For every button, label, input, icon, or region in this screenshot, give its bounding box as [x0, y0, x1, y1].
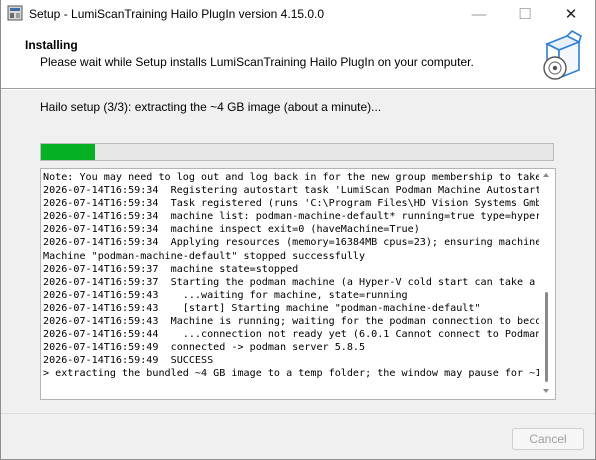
footer-divider: [1, 413, 595, 414]
install-log[interactable]: Note: You may need to log out and log ba…: [40, 168, 556, 400]
installer-box-disc-icon: [543, 30, 582, 80]
header-divider-highlight: [1, 89, 595, 90]
title-bar[interactable]: Setup - LumiScanTraining Hailo PlugIn ve…: [1, 0, 595, 28]
status-text: Hailo setup (3/3): extracting the ~4 GB …: [40, 100, 382, 114]
log-line: 2026-07-14T16:59:37 Starting the podman …: [43, 276, 536, 288]
log-line: Note: You may need to log out and log ba…: [43, 172, 539, 183]
log-line: 2026-07-14T16:59:34 Applying resources (…: [43, 237, 539, 249]
page-title: Installing: [25, 38, 78, 52]
log-line: 2026-07-14T16:59:43 Machine is running; …: [43, 316, 539, 328]
log-line: 2026-07-14T16:59:37 machine state=stoppe…: [43, 263, 299, 275]
wizard-header: Installing Please wait while Setup insta…: [1, 28, 595, 88]
log-line: 2026-07-14T16:59:34 Registering autostar…: [43, 185, 539, 197]
progress-bar: [40, 143, 554, 161]
log-line: > extracting the bundled ~4 GB image to …: [43, 368, 539, 380]
cancel-button[interactable]: Cancel: [512, 428, 584, 450]
installer-window: Setup - LumiScanTraining Hailo PlugIn ve…: [0, 0, 596, 460]
minimize-icon: —: [471, 5, 487, 23]
log-line: 2026-07-14T16:59:49 SUCCESS: [43, 355, 214, 367]
window-title: Setup - LumiScanTraining Hailo PlugIn ve…: [29, 7, 325, 21]
log-line: 2026-07-14T16:59:43 ...waiting for machi…: [43, 289, 408, 301]
log-line: Machine "podman-machine-default" stopped…: [43, 250, 366, 262]
log-lines: Note: You may need to log out and log ba…: [43, 171, 539, 397]
scroll-up-arrow-icon[interactable]: [543, 173, 549, 177]
maximize-icon: ☐: [518, 6, 532, 23]
close-icon: ✕: [564, 6, 578, 23]
minimize-button[interactable]: —: [456, 0, 502, 28]
log-line: 2026-07-14T16:59:49 connected -> podman …: [43, 342, 366, 354]
scroll-down-arrow-icon[interactable]: [543, 389, 549, 393]
log-line: 2026-07-14T16:59:43 [start] Starting mac…: [43, 302, 481, 314]
cancel-button-label: Cancel: [529, 432, 567, 446]
log-line: 2026-07-14T16:59:34 machine inspect exit…: [43, 224, 420, 236]
page-subtitle: Please wait while Setup installs LumiSca…: [40, 55, 474, 69]
log-line: 2026-07-14T16:59:44 ...connection not re…: [43, 329, 539, 341]
log-scrollbar[interactable]: [540, 170, 554, 398]
close-button[interactable]: ✕: [548, 0, 594, 28]
setup-app-icon: [7, 5, 23, 21]
log-line: 2026-07-14T16:59:34 machine list: podman…: [43, 211, 539, 223]
maximize-button[interactable]: ☐: [502, 0, 548, 28]
scroll-thumb[interactable]: [545, 292, 548, 382]
progress-fill: [41, 144, 95, 160]
log-line: 2026-07-14T16:59:34 Task registered (run…: [43, 198, 539, 210]
